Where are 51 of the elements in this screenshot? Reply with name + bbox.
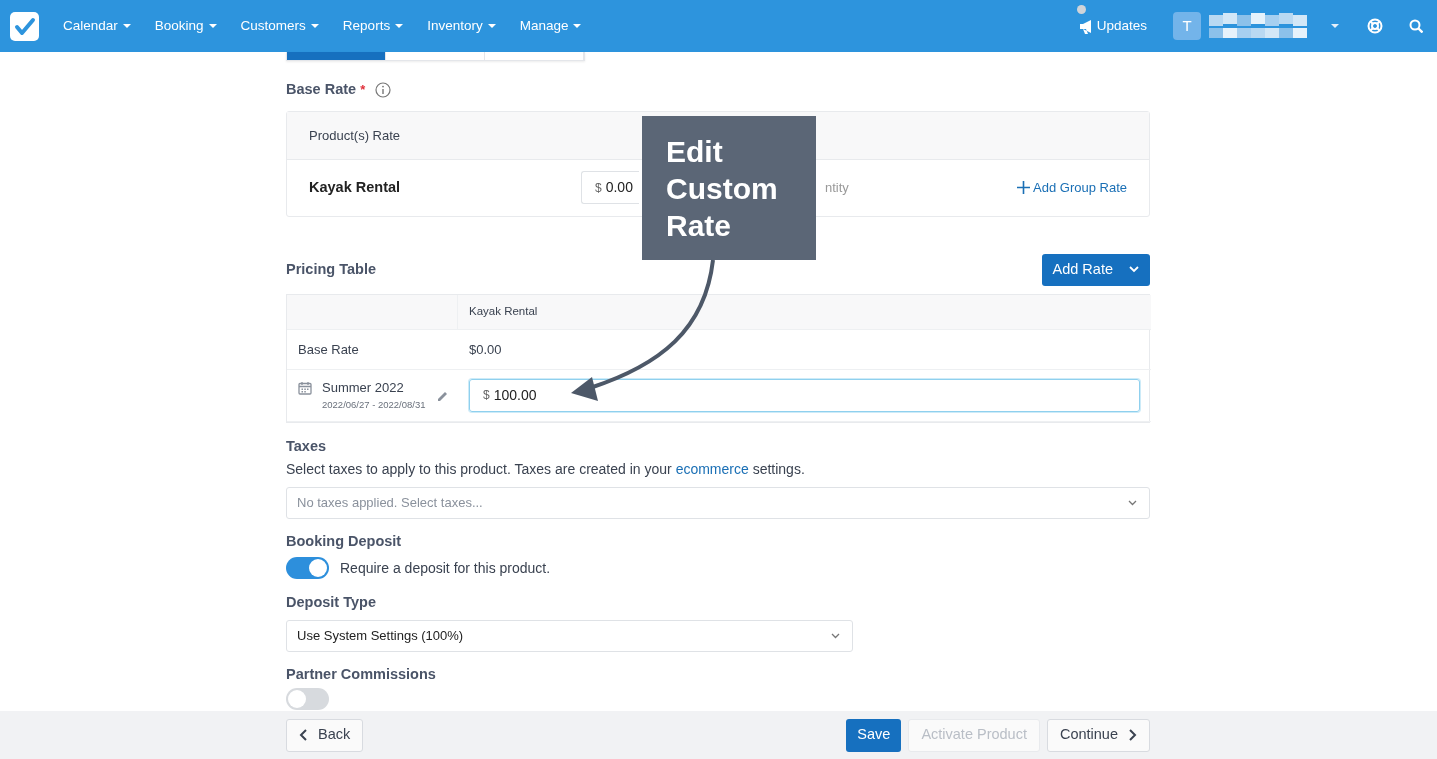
callout-text: Edit Custom Rate xyxy=(666,134,779,244)
rate-input-field[interactable]: $ 100.00 xyxy=(469,378,1140,412)
dropdown-caret-icon[interactable] xyxy=(1331,24,1339,28)
updates-link[interactable]: Updates xyxy=(1078,15,1147,37)
add-group-rate-link[interactable]: Add Group Rate xyxy=(1017,178,1127,198)
nav-menu[interactable]: Calendar xyxy=(63,15,131,37)
chevron-down-icon xyxy=(1129,266,1139,274)
ecommerce-link[interactable]: ecommerce xyxy=(675,460,749,477)
save-button[interactable]: Save xyxy=(846,718,902,752)
chevron-left-icon xyxy=(299,729,308,741)
section-title: Base Rate xyxy=(286,80,357,99)
section-title: Pricing Table xyxy=(286,259,376,279)
rate-input-field[interactable]: $ 0.00 xyxy=(581,171,639,205)
checkmark-logo-icon[interactable] xyxy=(10,11,39,41)
date-range: 2022/06/27 - 2022/08/31 xyxy=(322,397,426,412)
section-title: Partner Commissions xyxy=(286,665,437,684)
nav-menu[interactable]: Manage xyxy=(519,15,582,37)
deposit-type-select[interactable]: Use System Settings (100%) xyxy=(286,620,853,652)
toggle-switch[interactable] xyxy=(286,687,329,710)
plus-icon xyxy=(1017,181,1031,195)
rate-name: Summer 2022 xyxy=(322,379,405,398)
quantity-label: ntity xyxy=(825,179,849,197)
info-icon xyxy=(375,81,392,98)
section-title: Taxes xyxy=(286,436,328,456)
section-title: Deposit Type xyxy=(286,593,377,613)
nav-menu[interactable]: Booking xyxy=(154,15,217,37)
section-title: Booking Deposit xyxy=(286,531,403,551)
help-lifebuoy-icon[interactable] xyxy=(1367,18,1383,34)
toggle-label: Require a deposit for this product. xyxy=(340,558,551,578)
chevron-down-icon xyxy=(1128,499,1137,506)
taxes-select[interactable]: No taxes applied. Select taxes... xyxy=(286,486,1150,519)
calendar-icon xyxy=(298,380,312,395)
taxes-description: Select taxes to apply to this product. Taxes are created in your ecommerce settings. xyxy=(286,459,806,479)
chevron-right-icon xyxy=(1128,729,1137,741)
product-name: Kayak Rental xyxy=(309,177,402,197)
nav-menu[interactable]: Inventory xyxy=(427,15,496,37)
continue-button[interactable]: Continue xyxy=(1046,718,1150,752)
user-avatar[interactable]: T xyxy=(1173,12,1201,40)
nav-menu[interactable]: Reports xyxy=(342,15,404,37)
nav-menu[interactable]: Customers xyxy=(240,15,319,37)
search-icon[interactable] xyxy=(1409,19,1423,33)
row-label: Base Rate xyxy=(298,340,359,359)
chevron-down-icon xyxy=(831,633,840,639)
toggle-switch[interactable] xyxy=(286,557,329,580)
column-header: Product(s) Rate xyxy=(309,126,401,145)
add-rate-button[interactable]: Add Rate xyxy=(1041,253,1150,286)
required-mark: * xyxy=(360,81,366,100)
megaphone-icon xyxy=(1078,18,1093,34)
table-cell-text: $0.00 xyxy=(469,340,502,359)
back-button[interactable]: Back xyxy=(286,718,364,752)
column-header: Kayak Rental xyxy=(469,304,538,320)
